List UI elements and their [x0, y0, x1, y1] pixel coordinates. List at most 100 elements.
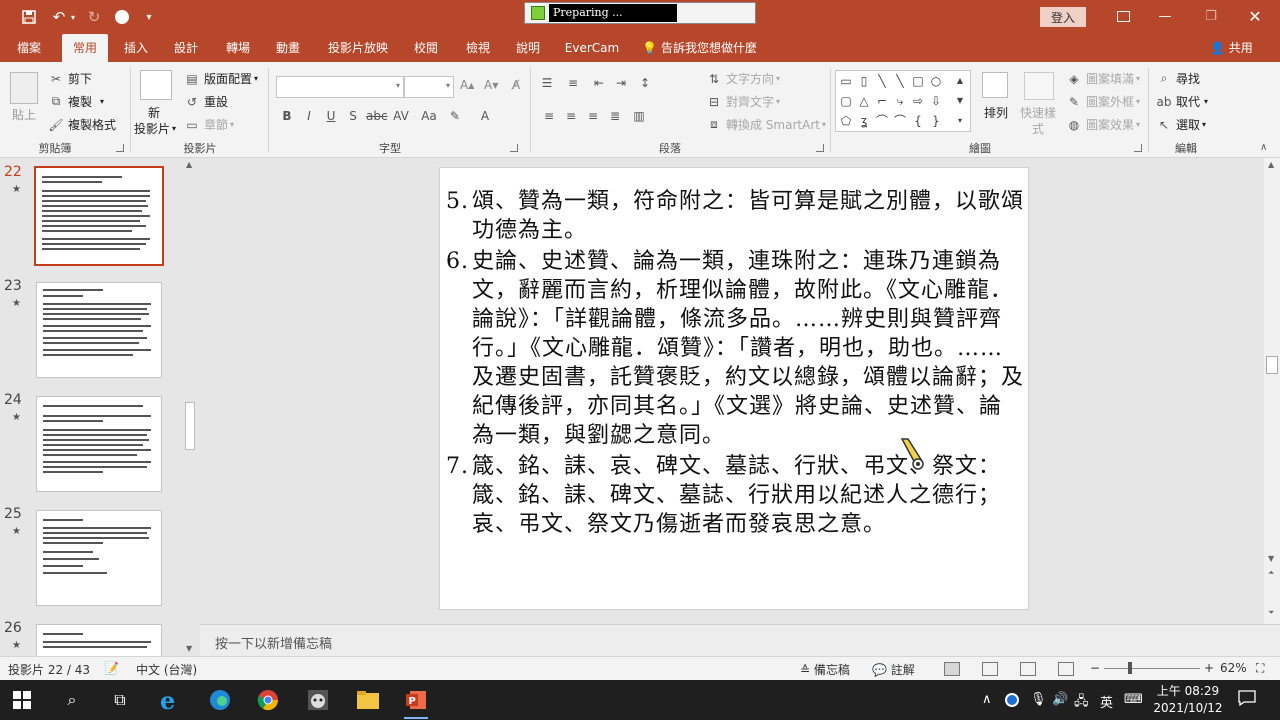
microphone-icon[interactable]: 🎙 [1030, 692, 1047, 707]
increase-indent-icon[interactable]: ⇥ [612, 76, 630, 94]
zoom-slider[interactable] [1104, 668, 1200, 669]
save-icon[interactable] [18, 7, 40, 27]
clipboard-dialog-launcher-icon[interactable] [116, 144, 124, 152]
font-name-input[interactable]: ▾ [276, 76, 404, 98]
decrease-indent-icon[interactable]: ⇤ [590, 76, 608, 94]
bullets-icon[interactable]: ☰ [538, 76, 556, 94]
search-icon[interactable]: ⌕ [58, 686, 86, 714]
replace-button[interactable]: ab 取代 ▾ [1156, 93, 1209, 110]
reset-button[interactable]: ↺ 重設 [184, 93, 228, 110]
ime-indicator[interactable]: 英 [1100, 692, 1113, 711]
slide-text-box[interactable]: 5. 頌、贊為一類，符命附之：皆可算是賦之別體，以歌頌功德為主。 6. 史論、史… [444, 187, 1024, 541]
notes-toggle-button[interactable]: ≙ 備忘稿 [800, 661, 850, 678]
freeform-shape-icon[interactable]: ⬠ [838, 113, 854, 129]
slide-sorter-view-icon[interactable] [982, 662, 998, 676]
shapes-gallery[interactable]: ▭ ▯ ╲ ╲ □ ○ ▢ △ ⌐ ⤷ ⇨ ⇩ ⬠ ʓ ⌒ ⌒ { } ▲ ▼ … [835, 70, 971, 132]
section-button[interactable]: ▭ 章節 ▾ [184, 116, 234, 133]
tab-view[interactable]: 檢視 [458, 34, 498, 62]
undo-dropdown-icon[interactable]: ▾ [68, 7, 78, 27]
scroll-down-icon[interactable]: ▼ [1268, 554, 1274, 563]
tell-me-search[interactable]: 💡 告訴我您想做什麼 [642, 34, 772, 62]
elbow-arrow-shape-icon[interactable]: ⤷ [892, 93, 908, 109]
columns-icon[interactable]: ▥ [630, 109, 648, 127]
zoom-in-button[interactable]: + [1204, 661, 1214, 675]
fit-to-window-icon[interactable]: ⛶ [1256, 661, 1264, 676]
elbow-connector-shape-icon[interactable]: ⌐ [874, 93, 890, 109]
copy-button[interactable]: ⧉ 複製 ▾ [48, 93, 104, 110]
task-view-icon[interactable]: ⧉ [106, 686, 134, 714]
gallery-scroll-down-icon[interactable]: ▼ [952, 93, 968, 109]
line-shape-icon[interactable]: ╲ [892, 73, 908, 89]
normal-view-icon[interactable] [944, 662, 960, 676]
italic-icon[interactable]: I [300, 109, 318, 127]
start-from-beginning-icon[interactable] [112, 7, 132, 27]
windows-start-icon[interactable] [8, 686, 36, 714]
gallery-more-icon[interactable]: ▾ [952, 113, 968, 129]
layout-button[interactable]: ▤ 版面配置 ▾ [184, 70, 258, 87]
scroll-up-icon[interactable]: ▲ [186, 160, 192, 169]
align-left-icon[interactable]: ≡ [540, 109, 558, 127]
tab-help[interactable]: 說明 [508, 34, 548, 62]
system-clock[interactable]: 上午 08:29 2021/10/12 [1152, 683, 1224, 717]
network-icon[interactable]: 🖧 [1074, 692, 1089, 714]
new-slide-button[interactable]: 新 [148, 104, 160, 121]
shape-fill-button[interactable]: ◈ 圖案填滿 ▾ [1066, 70, 1140, 87]
scrollbar-thumb[interactable] [185, 402, 195, 450]
arrange-icon[interactable] [982, 72, 1008, 98]
select-button[interactable]: ↖ 選取 ▾ [1156, 116, 1206, 133]
tab-file[interactable]: 檔案 [8, 34, 50, 62]
curve-shape-icon[interactable]: ⌒ [874, 113, 890, 129]
vertical-textbox-shape-icon[interactable]: ▯ [856, 73, 872, 89]
rounded-rectangle-shape-icon[interactable]: ▢ [838, 93, 854, 109]
thumbnails-scrollbar[interactable]: ▲ ▼ [183, 158, 197, 656]
powerpoint-app-icon[interactable]: P [402, 686, 430, 719]
spelling-check-icon[interactable]: 📝 [104, 661, 119, 675]
ie-browser-icon[interactable]: e [156, 686, 184, 714]
share-button[interactable]: 👤 共用 [1210, 34, 1253, 62]
decrease-font-icon[interactable]: A ▼ [484, 78, 498, 92]
rectangle-shape-icon[interactable]: □ [910, 73, 926, 89]
clear-formatting-icon[interactable]: A̸ [512, 78, 520, 92]
tab-evercam[interactable]: EverCam [560, 34, 624, 62]
slide-thumbnail-22[interactable] [34, 166, 164, 266]
quick-styles-icon[interactable] [1024, 72, 1054, 100]
text-direction-button[interactable]: ⇅ 文字方向 ▾ [706, 70, 780, 87]
paste-button[interactable]: 貼上 [12, 106, 36, 123]
left-brace-shape-icon[interactable]: { [910, 113, 926, 129]
next-slide-icon[interactable]: ⏷ [1268, 608, 1274, 618]
copy-dropdown-icon[interactable]: ▾ [100, 97, 104, 106]
convert-smartart-button[interactable]: ⧈ 轉換成 SmartArt ▾ [706, 116, 826, 133]
oval-shape-icon[interactable]: ○ [928, 73, 944, 89]
drawing-dialog-launcher-icon[interactable] [1134, 144, 1142, 152]
line-spacing-icon[interactable]: ↕ [636, 76, 654, 94]
font-color-icon[interactable]: A [476, 109, 494, 127]
increase-font-icon[interactable]: A ▲ [460, 78, 474, 92]
textbox-shape-icon[interactable]: ▭ [838, 73, 854, 89]
tab-insert[interactable]: 插入 [116, 34, 156, 62]
find-button[interactable]: ⌕ 尋找 [1156, 70, 1200, 87]
main-scrollbar[interactable]: ▲ ▼ ⏶ ⏷ [1264, 158, 1280, 624]
slide-thumbnail-23[interactable] [36, 282, 162, 378]
font-size-input[interactable]: ▾ [404, 76, 454, 98]
down-arrow-shape-icon[interactable]: ⇩ [928, 93, 944, 109]
current-slide[interactable]: 5. 頌、贊為一類，符命附之：皆可算是賦之別體，以歌頌功德為主。 6. 史論、史… [439, 167, 1029, 610]
zoom-level[interactable]: 62% [1220, 661, 1247, 675]
arrange-button[interactable]: 排列 [984, 104, 1008, 121]
new-slide-icon[interactable] [140, 70, 172, 100]
ribbon-display-options-icon[interactable] [1108, 6, 1138, 26]
comments-toggle-button[interactable]: 💬 註解 [872, 661, 915, 678]
collapse-ribbon-icon[interactable]: ∧ [1260, 142, 1267, 153]
restore-icon[interactable]: ❐ [1196, 6, 1226, 26]
sign-in-button[interactable]: 登入 [1040, 7, 1086, 27]
reading-view-icon[interactable] [1020, 662, 1036, 676]
slide-thumbnail-24[interactable] [36, 396, 162, 492]
chrome-browser-icon[interactable] [254, 686, 282, 714]
shape-effects-button[interactable]: ◍ 圖案效果 ▾ [1066, 116, 1140, 133]
align-center-icon[interactable]: ≡ [562, 109, 580, 127]
triangle-shape-icon[interactable]: △ [856, 93, 872, 109]
align-right-icon[interactable]: ≡ [584, 109, 602, 127]
slide-thumbnail-25[interactable] [36, 510, 162, 606]
right-arrow-shape-icon[interactable]: ⇨ [910, 93, 926, 109]
line-shape-icon[interactable]: ╲ [874, 73, 890, 89]
bold-icon[interactable]: B [278, 109, 296, 127]
